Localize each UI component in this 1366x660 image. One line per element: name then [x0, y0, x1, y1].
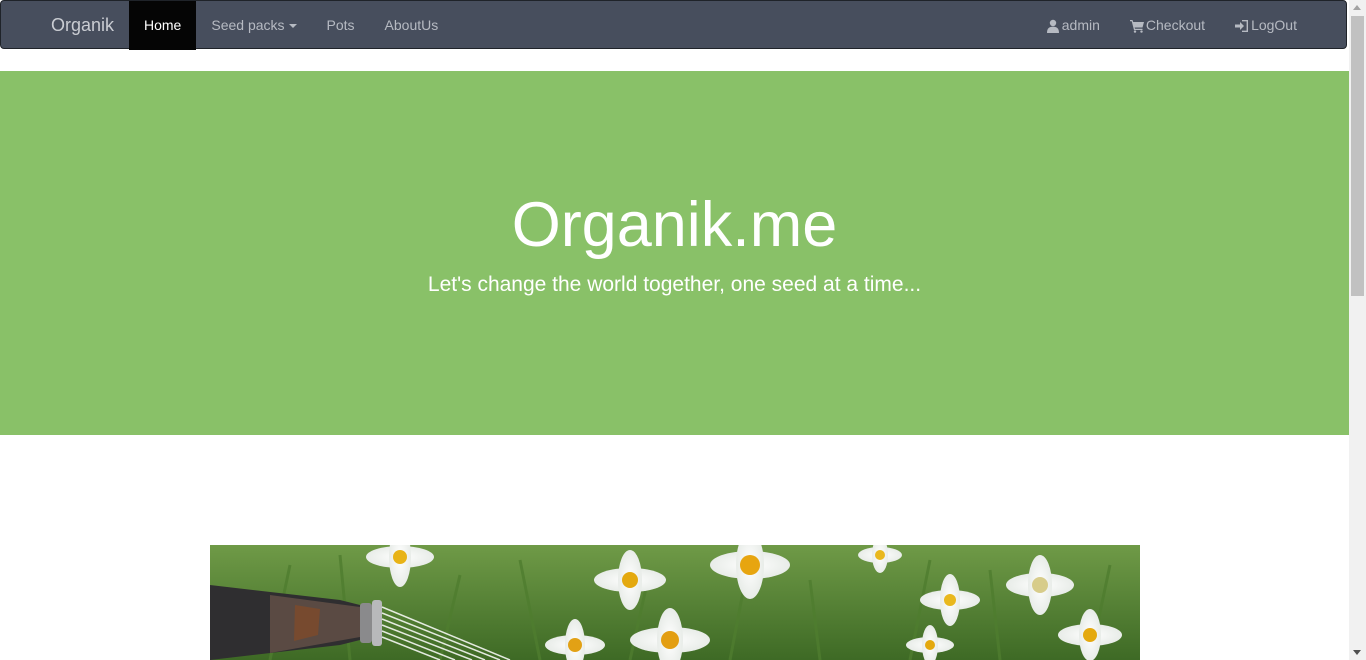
nav-logout[interactable]: LogOut	[1220, 1, 1312, 50]
cart-icon	[1129, 19, 1144, 33]
nav-home-label: Home	[144, 17, 182, 33]
scroll-up-arrow-icon[interactable]	[1353, 5, 1361, 10]
navbar: Organik Home Seed packs Pots AboutUs adm…	[0, 0, 1347, 50]
nav-pots-label: Pots	[326, 17, 355, 33]
nav-left: Home Seed packs Pots AboutUs	[129, 1, 453, 50]
nav-admin[interactable]: admin	[1031, 1, 1115, 50]
vertical-scrollbar[interactable]	[1349, 0, 1366, 660]
nav-home[interactable]: Home	[129, 1, 197, 50]
nav-seed-packs-dropdown[interactable]: Seed packs	[196, 1, 311, 50]
page: Organik Home Seed packs Pots AboutUs adm…	[0, 0, 1349, 660]
hero-subtitle: Let's change the world together, one see…	[427, 273, 922, 296]
watering-can-daisies-photo	[210, 545, 1140, 660]
brand-link[interactable]: Organik	[51, 1, 114, 50]
hero-title: Organik.me	[511, 190, 838, 260]
nav-seed-packs-label: Seed packs	[211, 17, 285, 33]
hero-jumbotron: Organik.me Let's change the world togeth…	[0, 71, 1349, 435]
scroll-down-arrow-icon[interactable]	[1353, 650, 1361, 655]
log-out-icon	[1235, 19, 1249, 33]
nav-pots[interactable]: Pots	[312, 1, 370, 50]
banner-image	[210, 545, 1140, 660]
nav-right: admin Checkout LogOut	[1031, 1, 1312, 50]
user-icon	[1046, 19, 1060, 33]
nav-logout-label: LogOut	[1251, 17, 1297, 33]
nav-checkout[interactable]: Checkout	[1115, 1, 1220, 50]
nav-checkout-label: Checkout	[1145, 17, 1206, 33]
nav-admin-label: admin	[1061, 17, 1100, 33]
scroll-thumb[interactable]	[1351, 16, 1364, 296]
nav-about-us[interactable]: AboutUs	[370, 1, 454, 50]
caret-down-icon	[288, 23, 297, 28]
nav-about-us-label: AboutUs	[384, 17, 439, 33]
